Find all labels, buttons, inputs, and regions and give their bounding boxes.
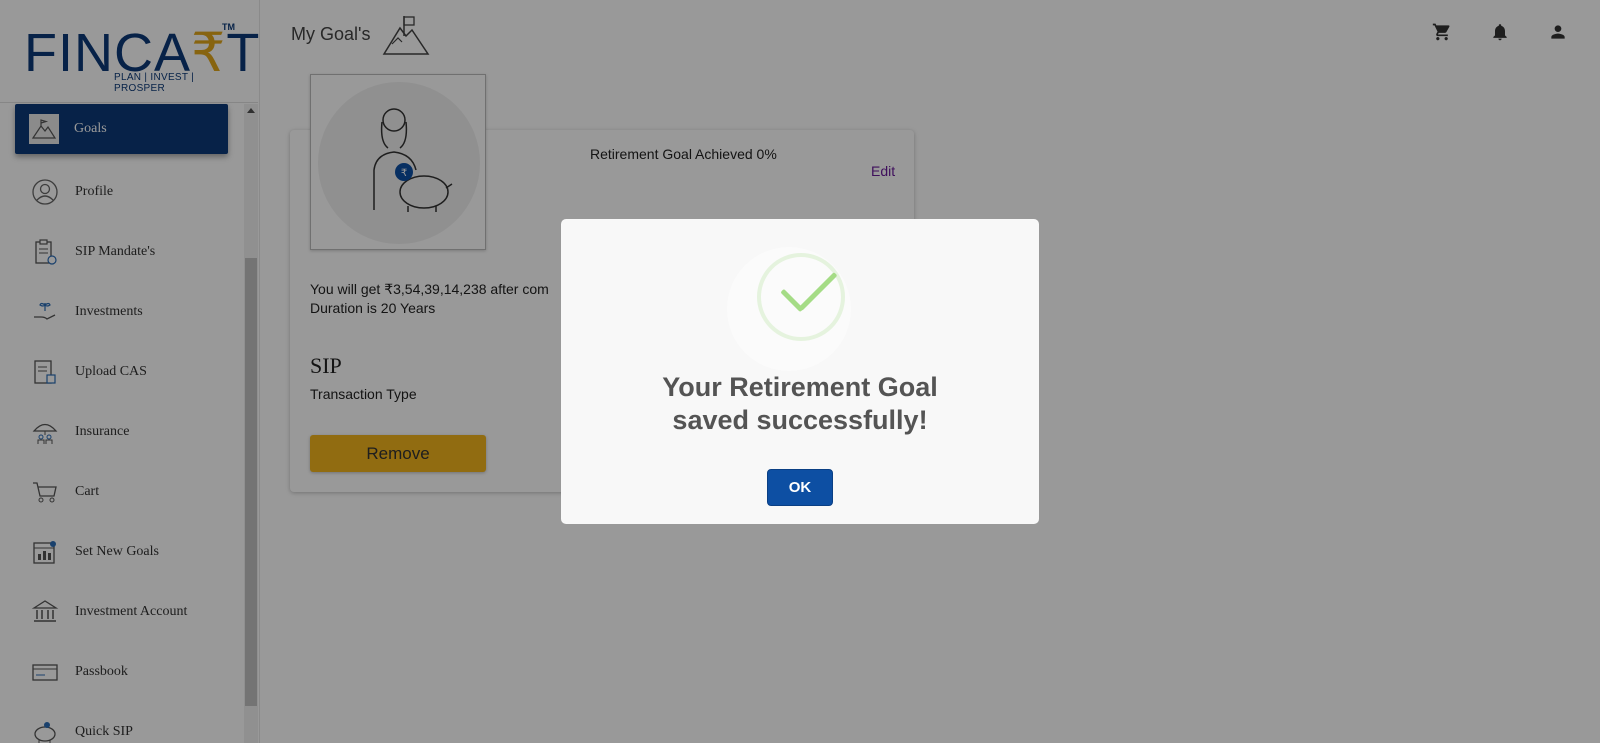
ok-button[interactable]: OK	[767, 469, 833, 506]
success-dialog: Your Retirement Goal saved successfully!…	[561, 219, 1039, 524]
dialog-message: Your Retirement Goal saved successfully!	[662, 372, 938, 435]
success-check-icon	[727, 247, 851, 371]
success-ring	[757, 253, 845, 341]
